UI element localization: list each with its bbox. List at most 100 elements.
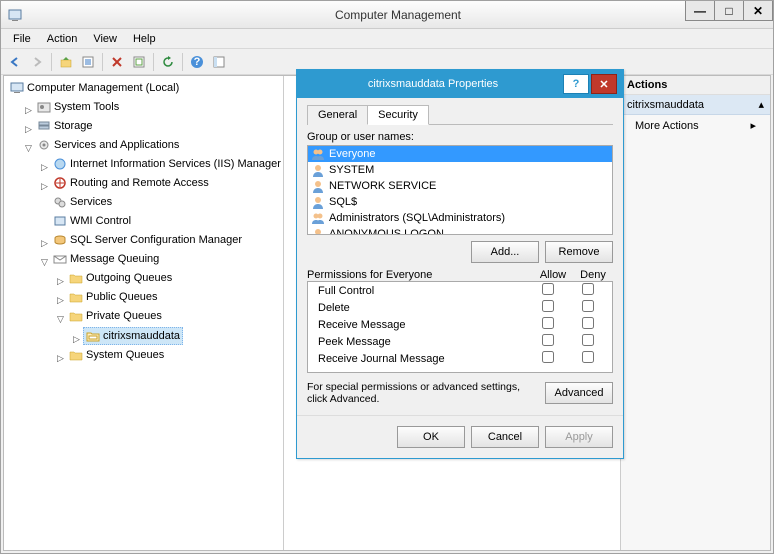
menu-view[interactable]: View: [85, 31, 125, 47]
group-icon: [311, 211, 325, 225]
deny-checkbox[interactable]: [582, 300, 594, 312]
allow-checkbox[interactable]: [542, 300, 554, 312]
expander-icon[interactable]: ▷: [24, 121, 33, 130]
add-button[interactable]: Add...: [471, 241, 539, 263]
tab-general[interactable]: General: [307, 105, 368, 125]
properties-dialog: citrixsmauddata Properties ? ✕ General S…: [296, 69, 624, 459]
refresh-button[interactable]: [158, 52, 178, 72]
expander-icon[interactable]: ▷: [40, 159, 49, 168]
deny-checkbox[interactable]: [582, 317, 594, 329]
tree-msmq[interactable]: Message Queuing: [51, 251, 161, 267]
dialog-title: citrixsmauddata Properties: [303, 78, 563, 90]
group-user-label: Group or user names:: [307, 131, 613, 143]
help-button[interactable]: ?: [187, 52, 207, 72]
expander-icon[interactable]: ▷: [24, 102, 33, 111]
list-item[interactable]: NETWORK SERVICE: [308, 178, 612, 194]
folder-icon: [69, 272, 83, 284]
up-button[interactable]: [56, 52, 76, 72]
expander-icon[interactable]: ▷: [56, 273, 65, 282]
show-hide-button[interactable]: [209, 52, 229, 72]
list-item[interactable]: ANONYMOUS LOGON: [308, 226, 612, 235]
expander-icon[interactable]: ▷: [72, 331, 81, 340]
list-item[interactable]: SYSTEM: [308, 162, 612, 178]
tree-sqlcfg[interactable]: SQL Server Configuration Manager: [51, 232, 244, 248]
list-item[interactable]: Administrators (SQL\Administrators): [308, 210, 612, 226]
delete-button[interactable]: [107, 52, 127, 72]
maximize-button[interactable]: □: [714, 1, 744, 21]
rras-icon: [53, 177, 67, 189]
tree-system-queues[interactable]: System Queues: [67, 347, 166, 363]
storage-icon: [37, 120, 51, 132]
folder-icon: [69, 349, 83, 361]
menubar: File Action View Help: [1, 29, 773, 49]
deny-checkbox[interactable]: [582, 351, 594, 363]
expander-icon[interactable]: ▷: [40, 235, 49, 244]
msmq-icon: [53, 253, 67, 265]
minimize-button[interactable]: —: [685, 1, 715, 21]
back-button[interactable]: [5, 52, 25, 72]
advanced-button[interactable]: Advanced: [545, 382, 613, 404]
group-user-list[interactable]: Everyone SYSTEM NETWORK SERVICE SQL$ Adm…: [307, 145, 613, 235]
menu-file[interactable]: File: [5, 31, 39, 47]
tree-services[interactable]: Services: [51, 194, 114, 210]
deny-checkbox[interactable]: [582, 334, 594, 346]
allow-checkbox[interactable]: [542, 351, 554, 363]
user-icon: [311, 179, 325, 193]
perm-row: Full Control: [308, 282, 612, 299]
tree-system-tools[interactable]: System Tools: [35, 99, 121, 115]
allow-checkbox[interactable]: [542, 334, 554, 346]
tree-public[interactable]: Public Queues: [67, 289, 160, 305]
tab-strip: General Security: [307, 104, 613, 125]
tree-outgoing[interactable]: Outgoing Queues: [67, 270, 174, 286]
dialog-titlebar[interactable]: citrixsmauddata Properties ? ✕: [297, 70, 623, 98]
tree-rras[interactable]: Routing and Remote Access: [51, 175, 211, 191]
expander-icon[interactable]: ▽: [40, 254, 49, 263]
tree-root[interactable]: Computer Management (Local): [8, 80, 181, 96]
allow-checkbox[interactable]: [542, 283, 554, 295]
permissions-label: Permissions for Everyone: [307, 269, 533, 281]
iis-icon: [53, 158, 67, 170]
dialog-close-button[interactable]: ✕: [591, 74, 617, 94]
chevron-right-icon: ▸: [750, 119, 756, 132]
expander-icon[interactable]: ▷: [56, 292, 65, 301]
properties-button[interactable]: [78, 52, 98, 72]
menu-action[interactable]: Action: [39, 31, 86, 47]
user-icon: [311, 163, 325, 177]
deny-checkbox[interactable]: [582, 283, 594, 295]
export-button[interactable]: [129, 52, 149, 72]
tree-pane[interactable]: Computer Management (Local) ▷System Tool…: [4, 76, 284, 550]
list-item[interactable]: Everyone: [308, 146, 612, 162]
apply-button[interactable]: Apply: [545, 426, 613, 448]
actions-more[interactable]: More Actions▸: [621, 115, 770, 136]
permissions-list[interactable]: Full Control Delete Receive Message Peek…: [307, 281, 613, 373]
tree-storage[interactable]: Storage: [35, 118, 95, 134]
close-button[interactable]: ✕: [743, 1, 773, 21]
deny-header: Deny: [573, 269, 613, 281]
actions-context[interactable]: citrixsmauddata▴: [621, 95, 770, 115]
cancel-button[interactable]: Cancel: [471, 426, 539, 448]
tree-wmi[interactable]: WMI Control: [51, 213, 133, 229]
expander-icon[interactable]: ▷: [40, 178, 49, 187]
actions-header: Actions: [621, 76, 770, 95]
list-item[interactable]: SQL$: [308, 194, 612, 210]
menu-help[interactable]: Help: [125, 31, 164, 47]
collapse-icon: ▴: [758, 98, 764, 111]
tree-private[interactable]: Private Queues: [67, 308, 164, 324]
ok-button[interactable]: OK: [397, 426, 465, 448]
titlebar: Computer Management — □ ✕: [1, 1, 773, 29]
tab-security[interactable]: Security: [367, 105, 429, 125]
actions-pane: Actions citrixsmauddata▴ More Actions▸: [620, 76, 770, 550]
forward-button[interactable]: [27, 52, 47, 72]
remove-button[interactable]: Remove: [545, 241, 613, 263]
expander-icon[interactable]: ▽: [24, 140, 33, 149]
expander-icon[interactable]: ▷: [56, 350, 65, 359]
tree-iis[interactable]: Internet Information Services (IIS) Mana…: [51, 156, 283, 172]
tree-services-apps[interactable]: Services and Applications: [35, 137, 181, 153]
tools-icon: [37, 101, 51, 113]
tree-citrix[interactable]: citrixsmauddata: [83, 327, 183, 345]
perm-row: Peek Message: [308, 333, 612, 350]
dialog-help-button[interactable]: ?: [563, 74, 589, 94]
allow-checkbox[interactable]: [542, 317, 554, 329]
expander-icon[interactable]: ▽: [56, 311, 65, 320]
queue-icon: [86, 330, 100, 342]
